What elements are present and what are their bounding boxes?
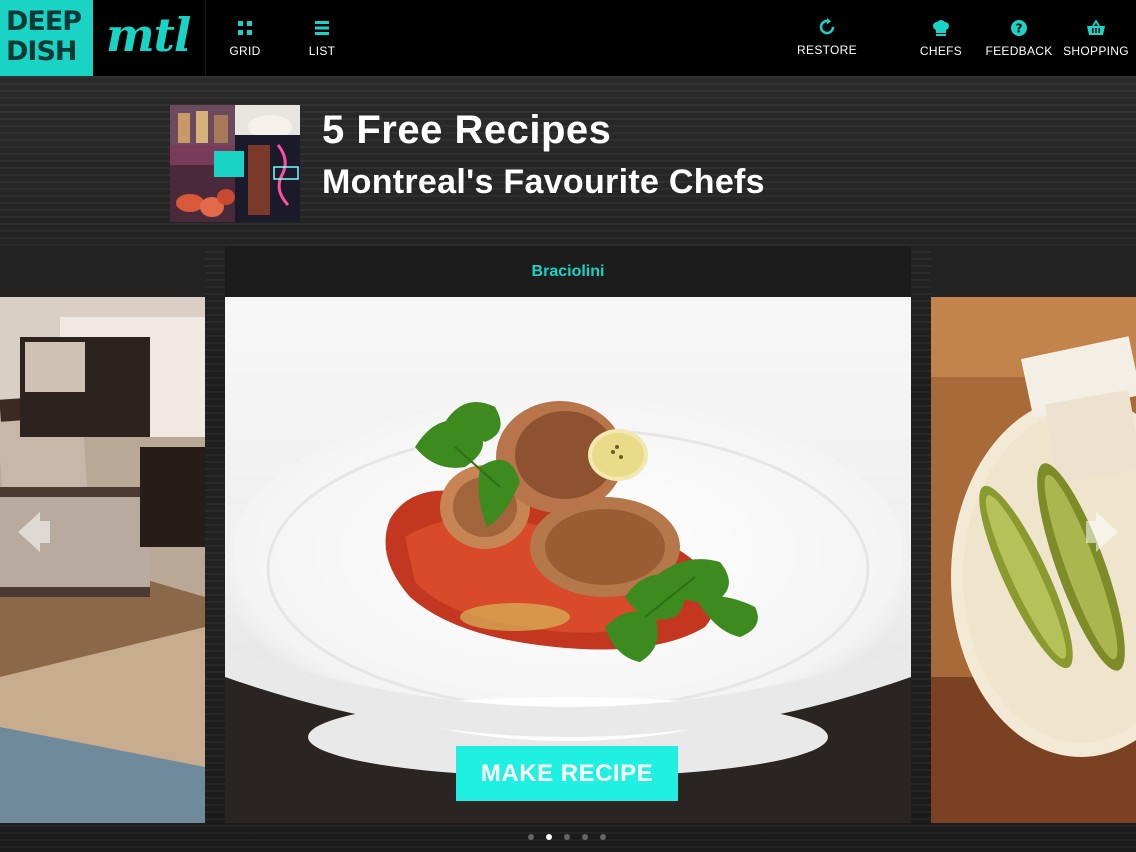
restore-icon: [818, 17, 836, 37]
chef-hat-icon: [932, 18, 950, 38]
page-indicator: [528, 834, 606, 840]
chefs-button[interactable]: CHEFS: [917, 0, 965, 76]
list-label: LIST: [308, 44, 336, 58]
shopping-button[interactable]: SHOPPING: [1063, 0, 1129, 76]
page-dot[interactable]: [564, 834, 570, 840]
shopping-label: SHOPPING: [1063, 44, 1129, 58]
grid-icon: [238, 18, 252, 38]
grid-label: GRID: [229, 44, 261, 58]
app-logo: DEEP DISH: [0, 0, 93, 76]
question-icon: ?: [1011, 18, 1027, 38]
svg-text:?: ?: [1016, 22, 1023, 36]
previous-arrow-icon[interactable]: [10, 507, 50, 557]
page-dot[interactable]: [600, 834, 606, 840]
promo-thumbnail[interactable]: [170, 105, 300, 222]
next-arrow-icon[interactable]: [1086, 507, 1126, 557]
logo-line-1: DEEP: [6, 6, 82, 37]
logo-line-2: DISH: [6, 36, 78, 67]
recipe-image: [225, 297, 911, 823]
card-header: [0, 246, 205, 297]
logo-suffix: mtl: [106, 8, 191, 62]
grid-button[interactable]: GRID: [222, 0, 268, 76]
logo-arrow-shape: [81, 24, 93, 52]
recipe-title: Braciolini: [531, 262, 605, 280]
page-dot-active[interactable]: [546, 834, 552, 840]
promo-title: 5 Free Recipes: [322, 108, 612, 152]
feedback-label: FEEDBACK: [985, 44, 1053, 58]
list-button[interactable]: LIST: [300, 0, 344, 76]
feedback-button[interactable]: ? FEEDBACK: [985, 0, 1053, 76]
basket-icon: [1087, 18, 1105, 38]
chefs-label: CHEFS: [919, 44, 963, 58]
make-recipe-button[interactable]: MAKE RECIPE: [456, 746, 678, 801]
top-bar: DEEP DISH mtl GRID LIST RESTORE CHEFS ? …: [0, 0, 1136, 76]
card-header: Braciolini: [225, 246, 911, 297]
restore-label: RESTORE: [797, 43, 857, 57]
promo-subtitle: Montreal's Favourite Chefs: [322, 163, 765, 201]
restore-button[interactable]: RESTORE: [796, 0, 858, 75]
card-header: [931, 246, 1136, 297]
page-dot[interactable]: [528, 834, 534, 840]
recipe-card-current[interactable]: Braciolini: [225, 246, 911, 823]
list-icon: [315, 18, 329, 38]
page-dot[interactable]: [582, 834, 588, 840]
recipe-image: [931, 297, 1136, 823]
recipe-image: [0, 297, 205, 823]
divider: [205, 0, 206, 76]
